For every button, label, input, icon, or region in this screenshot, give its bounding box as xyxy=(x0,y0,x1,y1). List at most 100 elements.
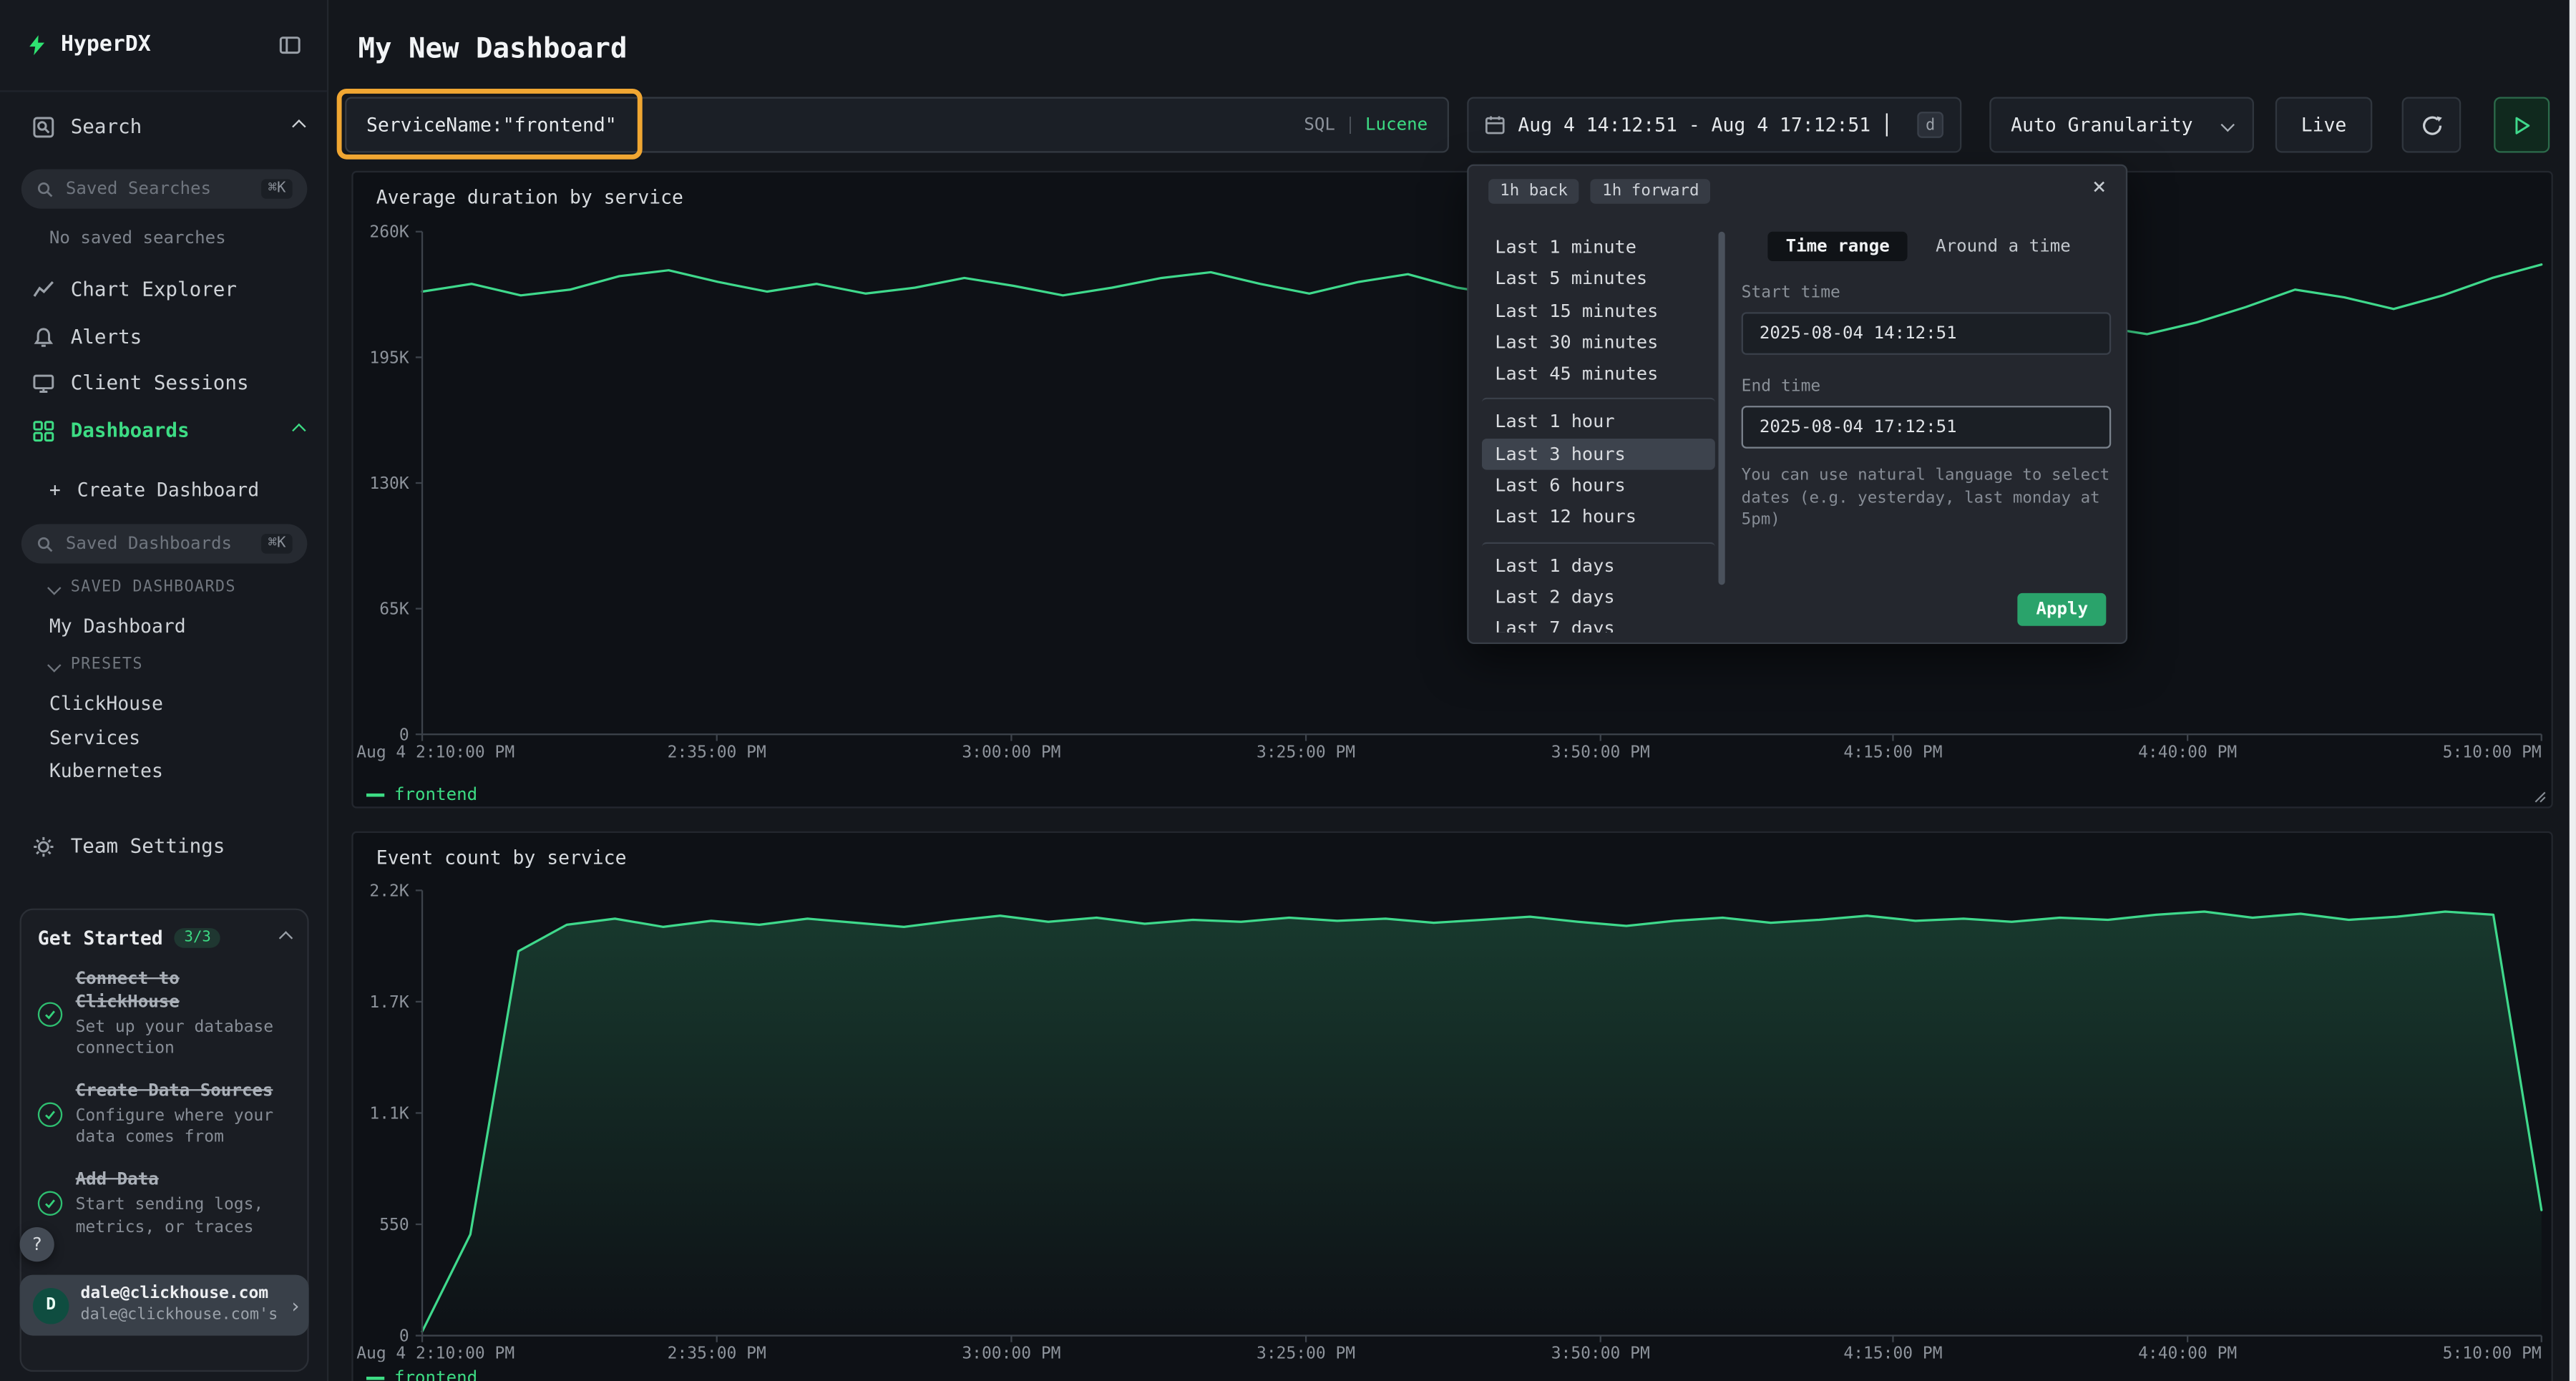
run-query-button[interactable] xyxy=(2494,97,2550,152)
page-title: My New Dashboard xyxy=(358,33,628,66)
time-preset-item[interactable]: Last 45 minutes xyxy=(1482,358,1715,390)
get-started-item[interactable]: Connect to ClickHouse Set up your databa… xyxy=(38,970,291,1061)
brand-name: HyperDX xyxy=(61,33,151,57)
svg-text:1.7K: 1.7K xyxy=(369,993,409,1012)
plus-icon: + xyxy=(49,478,61,501)
preset-list-scrollbar[interactable] xyxy=(1719,232,1725,633)
collapse-sidebar-icon[interactable] xyxy=(279,34,301,56)
user-email: dale@clickhouse.com xyxy=(80,1285,278,1306)
sidebar-item-client-sessions[interactable]: Client Sessions xyxy=(33,368,304,397)
lucene-mode-toggle[interactable]: Lucene xyxy=(1365,115,1428,135)
get-started-title: Get Started xyxy=(38,927,163,950)
chart-line-icon xyxy=(33,278,54,300)
time-preset-item[interactable]: Last 5 minutes xyxy=(1482,263,1715,295)
section-header-label: PRESETS xyxy=(71,655,143,673)
saved-searches-input[interactable]: Saved Searches ⌘K xyxy=(21,169,307,208)
sidebar-item-dashboards[interactable]: Dashboards xyxy=(33,416,304,445)
scrollbar-thumb[interactable] xyxy=(1719,232,1725,585)
check-circle-icon xyxy=(38,1191,62,1216)
time-range-value: Aug 4 14:12:51 - Aug 4 17:12:51 xyxy=(1518,113,1870,136)
calendar-icon xyxy=(1485,115,1505,135)
tab-time-range[interactable]: Time range xyxy=(1767,232,1908,261)
apply-button[interactable]: Apply xyxy=(2018,593,2106,626)
sidebar-item-search[interactable]: Search xyxy=(33,112,304,141)
get-started-item[interactable]: Add Data Start sending logs, metrics, or… xyxy=(38,1169,291,1238)
time-preset-item[interactable]: Last 1 hour xyxy=(1482,399,1715,439)
shift-forward-button[interactable]: 1h forward xyxy=(1591,179,1711,203)
time-preset-list: Last 1 minute Last 5 minutes Last 15 min… xyxy=(1482,232,1715,633)
end-time-input[interactable]: 2025-08-04 17:12:51 xyxy=(1742,406,2112,449)
query-text: ServiceName:"frontend" xyxy=(366,113,617,136)
sidebar-item-alerts[interactable]: Alerts xyxy=(33,322,304,351)
line-chart: 05501.1K1.7K2.2KAug 4 2:10:00 PM2:35:00 … xyxy=(353,876,2548,1362)
brand-row: HyperDX xyxy=(0,0,327,92)
sidebar-item-label: Alerts xyxy=(71,326,142,348)
chevron-up-icon xyxy=(292,119,306,133)
svg-text:260K: 260K xyxy=(369,223,409,242)
granularity-select[interactable]: Auto Granularity xyxy=(1989,97,2254,152)
refresh-button[interactable] xyxy=(2402,97,2462,152)
tab-around-a-time[interactable]: Around a time xyxy=(1918,232,2089,261)
main-content: My New Dashboard ServiceName:"frontend" … xyxy=(328,0,2576,1381)
legend-label: frontend xyxy=(394,1368,477,1381)
chart-panel-event-count: Event count by service 05501.1K1.7K2.2KA… xyxy=(351,831,2553,1381)
time-preset-item[interactable]: Last 15 minutes xyxy=(1482,295,1715,326)
get-started-item[interactable]: Create Data Sources Configure where your… xyxy=(38,1080,291,1149)
text-caret xyxy=(1885,113,1888,136)
shift-back-button[interactable]: 1h back xyxy=(1488,179,1579,203)
time-preset-item[interactable]: Last 1 days xyxy=(1482,542,1715,582)
saved-searches-placeholder: Saved Searches xyxy=(66,179,211,199)
close-icon[interactable]: × xyxy=(2092,174,2106,200)
time-range-input[interactable]: Aug 4 14:12:51 - Aug 4 17:12:51 d xyxy=(1467,97,1961,152)
preset-dashboard-item[interactable]: Services xyxy=(49,726,140,749)
get-started-header[interactable]: Get Started 3/3 xyxy=(38,927,291,950)
sidebar-search-label: Search xyxy=(71,115,142,138)
hyperdx-app: HyperDX Search Saved Searches ⌘K No save… xyxy=(0,0,2576,1381)
sidebar-item-team-settings[interactable]: Team Settings xyxy=(33,831,304,861)
create-dashboard-button[interactable]: + Create Dashboard xyxy=(49,475,304,504)
svg-text:1.1K: 1.1K xyxy=(369,1105,409,1123)
sql-mode-toggle[interactable]: SQL xyxy=(1304,115,1335,135)
time-preset-item[interactable]: Last 1 minute xyxy=(1482,232,1715,263)
legend-dash-icon xyxy=(366,1377,384,1380)
live-button[interactable]: Live xyxy=(2275,97,2372,152)
sidebar-item-chart-explorer[interactable]: Chart Explorer xyxy=(33,274,304,303)
panel-resize-handle[interactable] xyxy=(2530,787,2547,804)
legend-dash-icon xyxy=(366,794,384,797)
time-preset-item[interactable]: Last 2 days xyxy=(1482,582,1715,613)
saved-dashboards-input[interactable]: Saved Dashboards ⌘K xyxy=(21,524,307,563)
svg-text:4:40:00 PM: 4:40:00 PM xyxy=(2138,743,2237,761)
get-started-item-desc: Set up your database connection xyxy=(76,1018,289,1061)
svg-text:3:50:00 PM: 3:50:00 PM xyxy=(1551,1345,1650,1362)
search-icon xyxy=(36,180,54,197)
search-query-input[interactable]: ServiceName:"frontend" SQL | Lucene xyxy=(345,97,1449,152)
time-preset-item[interactable]: Last 12 hours xyxy=(1482,502,1715,533)
line-chart: 065K130K195K260KAug 4 2:10:00 PM2:35:00 … xyxy=(353,215,2548,774)
preset-dashboard-item[interactable]: ClickHouse xyxy=(49,692,163,715)
saved-dashboard-item[interactable]: My Dashboard xyxy=(49,615,186,638)
svg-text:5:10:00 PM: 5:10:00 PM xyxy=(2443,743,2542,761)
svg-text:Aug 4 2:10:00 PM: Aug 4 2:10:00 PM xyxy=(356,1345,514,1362)
get-started-progress-badge: 3/3 xyxy=(175,928,221,948)
user-account-chip[interactable]: D dale@clickhouse.com dale@clickhouse.co… xyxy=(20,1275,309,1336)
time-preset-item[interactable]: Last 7 days xyxy=(1482,613,1715,633)
time-preset-item[interactable]: Last 30 minutes xyxy=(1482,327,1715,358)
help-button[interactable]: ? xyxy=(20,1227,54,1262)
svg-text:2:35:00 PM: 2:35:00 PM xyxy=(668,743,766,761)
shortcut-badge: ⌘K xyxy=(261,534,292,554)
bell-icon xyxy=(33,326,54,348)
chevron-down-icon xyxy=(47,580,61,594)
saved-dashboards-section-header[interactable]: SAVED DASHBOARDS xyxy=(49,578,236,596)
time-preset-item[interactable]: Last 3 hours xyxy=(1482,439,1715,470)
presets-section-header[interactable]: PRESETS xyxy=(49,655,143,673)
svg-text:130K: 130K xyxy=(369,474,409,493)
window-scrollbar[interactable] xyxy=(2570,0,2576,1381)
team-settings-label: Team Settings xyxy=(71,834,225,857)
svg-text:3:00:00 PM: 3:00:00 PM xyxy=(962,743,1060,761)
preset-dashboard-item[interactable]: Kubernetes xyxy=(49,759,163,782)
check-circle-icon xyxy=(38,1103,62,1127)
time-preset-item[interactable]: Last 6 hours xyxy=(1482,470,1715,502)
start-time-input[interactable]: 2025-08-04 14:12:51 xyxy=(1742,312,2112,355)
get-started-item-desc: Start sending logs, metrics, or traces xyxy=(76,1195,289,1239)
svg-text:0: 0 xyxy=(399,726,409,744)
